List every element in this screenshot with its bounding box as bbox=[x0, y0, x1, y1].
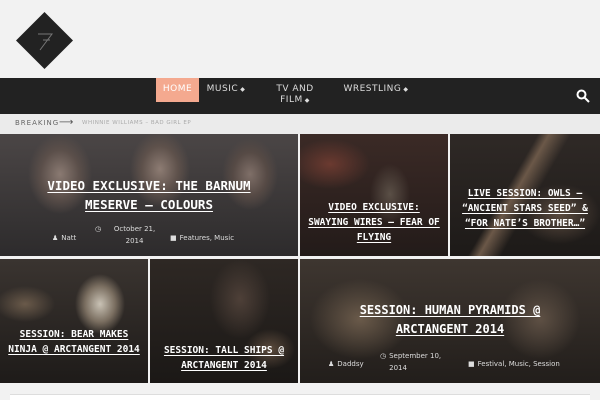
nav-item-label: HOME bbox=[162, 84, 193, 94]
clock-icon: ◷ bbox=[95, 225, 102, 233]
post-tile-featured[interactable]: Video Exclusive: The Barnum Meserve – Co… bbox=[0, 134, 298, 256]
folder-icon: ■ bbox=[468, 360, 475, 368]
nav-item-wrestling[interactable]: WRESTLING ◆ bbox=[340, 78, 412, 114]
caret-down-icon: ◆ bbox=[403, 86, 409, 93]
post-categories[interactable]: ■ Features, Music bbox=[170, 234, 234, 242]
post-image bbox=[0, 259, 148, 383]
post-tile[interactable]: Video Exclusive: Swaying Wires – Fear of… bbox=[300, 134, 448, 256]
folder-icon: ■ bbox=[170, 234, 177, 242]
clock-icon: ◷ bbox=[380, 352, 387, 360]
nav-item-music[interactable]: MUSIC ◆ bbox=[200, 78, 252, 114]
caret-down-icon: ◆ bbox=[304, 97, 310, 104]
breaking-headline[interactable]: WHINNIE WILLIAMS – BAD GIRL EP bbox=[82, 120, 191, 126]
post-title[interactable]: Session: Tall Ships @ ArcTanGent 2014 bbox=[156, 343, 292, 373]
post-title[interactable]: Live Session: Owls – “Ancient Stars Seed… bbox=[456, 186, 594, 231]
nav-item-label: WRESTLING bbox=[343, 84, 402, 94]
post-date: ◷ October 21, 2014 bbox=[95, 225, 156, 245]
site-logo[interactable] bbox=[16, 12, 73, 69]
post-title[interactable]: Video Exclusive: The Barnum Meserve – Co… bbox=[20, 176, 278, 214]
post-tile[interactable]: Session: Human Pyramids @ ArcTanGent 201… bbox=[300, 259, 600, 383]
site-header bbox=[0, 0, 600, 78]
post-author[interactable]: ♟ Natt bbox=[52, 234, 76, 242]
post-title[interactable]: Video Exclusive: Swaying Wires – Fear of… bbox=[306, 200, 442, 245]
caret-down-icon: ◆ bbox=[240, 86, 246, 93]
arrow-right-icon: ⟶ bbox=[59, 117, 74, 128]
breaking-label: BREAKING bbox=[15, 119, 60, 127]
user-icon: ♟ bbox=[328, 360, 335, 368]
nav-item-home[interactable]: HOME bbox=[156, 78, 199, 102]
breaking-news-bar: BREAKING ⟶ WHINNIE WILLIAMS – BAD GIRL E… bbox=[0, 114, 600, 134]
post-date: ◷ September 10, 2014 bbox=[380, 352, 442, 372]
post-tile[interactable]: Session: Tall Ships @ ArcTanGent 2014 bbox=[150, 259, 298, 383]
post-tile[interactable]: Live Session: Owls – “Ancient Stars Seed… bbox=[450, 134, 600, 256]
search-icon[interactable] bbox=[576, 89, 590, 103]
post-title[interactable]: Session: Human Pyramids @ ArcTanGent 201… bbox=[320, 301, 580, 339]
post-title[interactable]: Session: Bear Makes Ninja @ ArcTanGent 2… bbox=[6, 327, 142, 357]
main-nav: HOME MUSIC ◆ TV AND FILM ◆ WRESTLING ◆ bbox=[0, 78, 600, 114]
nav-item-label: MUSIC bbox=[206, 84, 239, 94]
post-author[interactable]: ♟ Daddsy bbox=[328, 360, 364, 368]
content-area-edge bbox=[10, 394, 590, 400]
user-icon: ♟ bbox=[52, 234, 59, 242]
post-tile[interactable]: Session: Bear Makes Ninja @ ArcTanGent 2… bbox=[0, 259, 148, 383]
nav-item-label: TV AND FILM ◆ bbox=[276, 84, 314, 105]
post-categories[interactable]: ■ Festival, Music, Session bbox=[468, 360, 560, 368]
nav-item-tv-and-film[interactable]: TV AND FILM ◆ bbox=[270, 78, 320, 114]
